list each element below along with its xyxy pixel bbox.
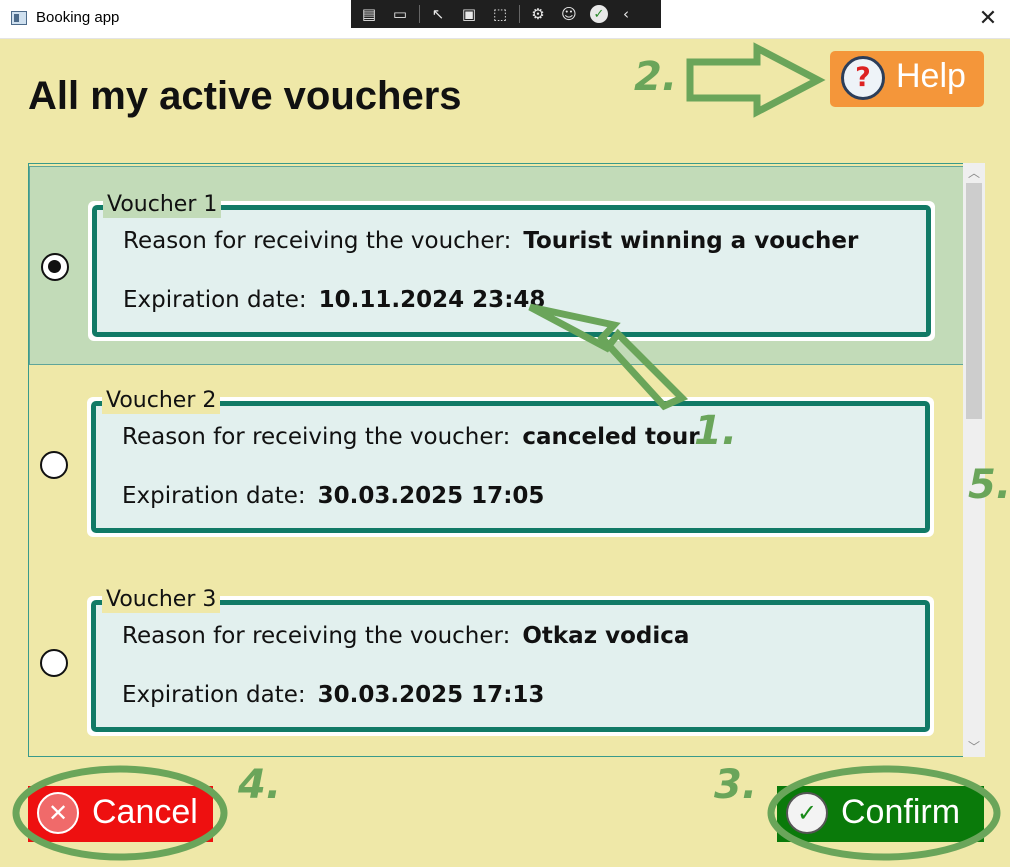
debug-toolbar: ▤ ▭ ↖ ▣ ⬚ ⚙ ☺ ✓ ‹: [351, 0, 661, 28]
voucher-card-border: Voucher 2 Reason for receiving the vouch…: [91, 388, 930, 533]
voucher-legend: Voucher 1: [103, 192, 222, 218]
expiration-line: Expiration date: 30.03.2025 17:13: [122, 682, 544, 708]
expiration-label: Expiration date:: [122, 682, 306, 708]
voucher-row-3[interactable]: Voucher 3 Reason for receiving the vouch…: [29, 564, 963, 756]
reason-value: Otkaz vodica: [522, 623, 690, 649]
voucher-radio-3[interactable]: [40, 649, 68, 677]
expiration-value: 30.03.2025 17:05: [317, 483, 545, 509]
hot-reload-check-icon[interactable]: ✓: [590, 5, 608, 23]
voucher-card-border: Voucher 1 Reason for receiving the vouch…: [92, 192, 931, 337]
expiration-value: 30.03.2025 17:13: [317, 682, 545, 708]
annotation-label-1: 1.: [694, 408, 738, 454]
annotation-label-5: 5.: [968, 462, 1010, 508]
reason-label: Reason for receiving the voucher:: [122, 424, 511, 450]
expiration-line: Expiration date: 30.03.2025 17:05: [122, 483, 544, 509]
voucher-row-1[interactable]: Voucher 1 Reason for receiving the vouch…: [29, 166, 963, 365]
vertical-scrollbar[interactable]: ︿ ﹀: [963, 163, 985, 757]
voucher-row-2[interactable]: Voucher 2 Reason for receiving the vouch…: [29, 365, 963, 563]
reason-label: Reason for receiving the voucher:: [122, 623, 511, 649]
expiration-label: Expiration date:: [123, 287, 307, 313]
voucher-legend: Voucher 3: [102, 587, 221, 613]
window-title: Booking app: [36, 9, 120, 26]
voucher-card: Voucher 2 Reason for receiving the vouch…: [87, 388, 934, 537]
confirm-button[interactable]: ✓ Confirm: [777, 786, 984, 842]
app-icon: [11, 11, 27, 25]
toolbar-divider: [519, 5, 520, 23]
voucher-radio-2[interactable]: [40, 451, 68, 479]
annotation-label-2: 2.: [634, 54, 678, 100]
voucher-radio-1[interactable]: [41, 253, 69, 281]
confirm-label: Confirm: [841, 793, 961, 831]
expiration-value: 10.11.2024 23:48: [318, 287, 546, 313]
help-label: Help: [896, 57, 966, 95]
annotation-label-4: 4.: [238, 762, 282, 808]
scroll-up-arrow-icon[interactable]: ︿: [963, 163, 985, 183]
help-button[interactable]: ? Help: [830, 51, 984, 107]
display-layout-icon[interactable]: ▣: [456, 3, 482, 25]
reason-label: Reason for receiving the voucher:: [123, 228, 512, 254]
toolbar-divider: [419, 5, 420, 23]
annotation-label-3: 3.: [714, 762, 758, 808]
reason-value: Tourist winning a voucher: [523, 228, 859, 254]
cancel-button[interactable]: ✕ Cancel: [28, 786, 213, 842]
title-bar: Booking app ▤ ▭ ↖ ▣ ⬚ ⚙ ☺ ✓ ‹ ✕: [0, 0, 1010, 39]
reason-line: Reason for receiving the voucher: cancele…: [122, 424, 700, 450]
voucher-card: Voucher 3 Reason for receiving the vouch…: [87, 587, 934, 736]
scroll-down-arrow-icon[interactable]: ﹀: [963, 737, 985, 757]
binding-icon[interactable]: ⚙: [525, 3, 551, 25]
voucher-card-border: Voucher 3 Reason for receiving the vouch…: [91, 587, 930, 732]
select-element-icon[interactable]: ↖: [425, 3, 451, 25]
reason-line: Reason for receiving the voucher: Otkaz v…: [122, 623, 689, 649]
close-window-button[interactable]: ✕: [974, 4, 1002, 32]
annotation-arrow-right: [686, 42, 826, 118]
reason-value: canceled tour: [522, 424, 700, 450]
live-tree-icon[interactable]: ▤: [356, 3, 382, 25]
voucher-list[interactable]: Voucher 1 Reason for receiving the vouch…: [28, 163, 964, 757]
record-icon[interactable]: ▭: [387, 3, 413, 25]
cancel-x-icon: ✕: [37, 792, 79, 834]
track-focus-icon[interactable]: ⬚: [487, 3, 513, 25]
accessibility-icon[interactable]: ☺: [556, 3, 582, 25]
expiration-label: Expiration date:: [122, 483, 306, 509]
voucher-card: Voucher 1 Reason for receiving the vouch…: [88, 192, 935, 341]
expiration-line: Expiration date: 10.11.2024 23:48: [123, 287, 545, 313]
collapse-chevron-icon[interactable]: ‹: [613, 3, 639, 25]
page-title: All my active vouchers: [28, 74, 462, 118]
scroll-thumb[interactable]: [966, 183, 982, 419]
confirm-check-icon: ✓: [786, 792, 828, 834]
radio-selected-dot: [48, 260, 61, 273]
voucher-legend: Voucher 2: [102, 388, 221, 414]
question-icon: ?: [841, 56, 885, 100]
reason-line: Reason for receiving the voucher: Tourist…: [123, 228, 858, 254]
cancel-label: Cancel: [92, 793, 198, 831]
